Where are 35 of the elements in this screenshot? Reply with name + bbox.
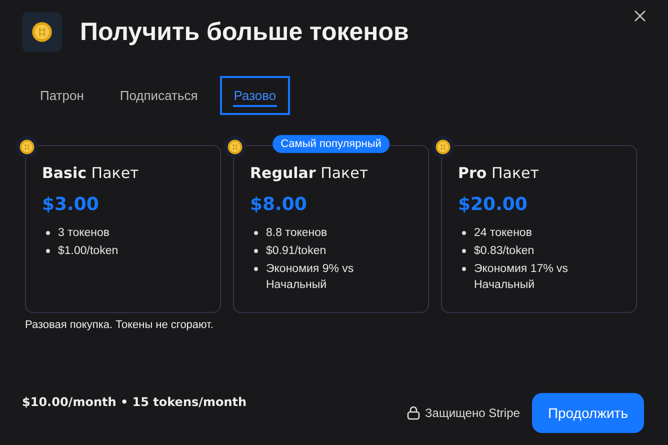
- package-title: Pro Пакет: [458, 164, 540, 182]
- bullet-icon: [46, 249, 50, 253]
- bullet-icon: [254, 231, 258, 235]
- package-price: $20.00: [458, 194, 528, 215]
- dialog-title: Получить больше токенов: [80, 18, 409, 46]
- note-text: Разовая покупка. Токены не сгорают.: [24, 318, 214, 331]
- tab[interactable]: Разово: [220, 76, 290, 115]
- feature-text: Экономия 9% vs Начальный: [266, 262, 355, 293]
- secure-text: Защищено Stripe: [425, 406, 520, 420]
- bullet-icon: [462, 249, 466, 253]
- bullet-icon: [254, 249, 258, 253]
- feature-text: 3 токенов: [58, 226, 110, 241]
- continue-button[interactable]: Продолжить: [532, 393, 644, 433]
- package-card[interactable]: Basic Пакет $3.00 3 токенов $1.00/token: [25, 145, 221, 313]
- package-card[interactable]: Pro Пакет $20.00 24 токенов $0.83/token Экономия 17% vs Начальный: [441, 145, 637, 313]
- feature-text: $1.00/token: [58, 244, 118, 259]
- feature-text: 24 токенов: [474, 226, 532, 241]
- package-title: Basic Пакет: [42, 164, 140, 182]
- bullet-icon: [462, 231, 466, 235]
- plan-summary: $10.00/month • 15 tokens/month: [22, 395, 248, 409]
- feature-text: $0.83/token: [474, 244, 534, 259]
- lock-icon: [407, 406, 420, 420]
- popular-badge: Самый популярный: [272, 135, 390, 153]
- feature-text: 8.8 токенов: [266, 226, 328, 241]
- tab[interactable]: Патрон: [26, 76, 98, 115]
- package-price: $8.00: [250, 194, 308, 215]
- bullet-icon: [46, 231, 50, 235]
- tab[interactable]: Подписаться: [106, 76, 212, 115]
- feature-text: Экономия 17% vs Начальный: [474, 262, 570, 293]
- package-price: $3.00: [42, 194, 100, 215]
- coin-icon: [31, 21, 53, 43]
- bullet-icon: [462, 267, 466, 271]
- package-title: Regular Пакет: [250, 164, 370, 182]
- bullet-icon: [254, 267, 258, 271]
- feature-text: $0.91/token: [266, 244, 326, 259]
